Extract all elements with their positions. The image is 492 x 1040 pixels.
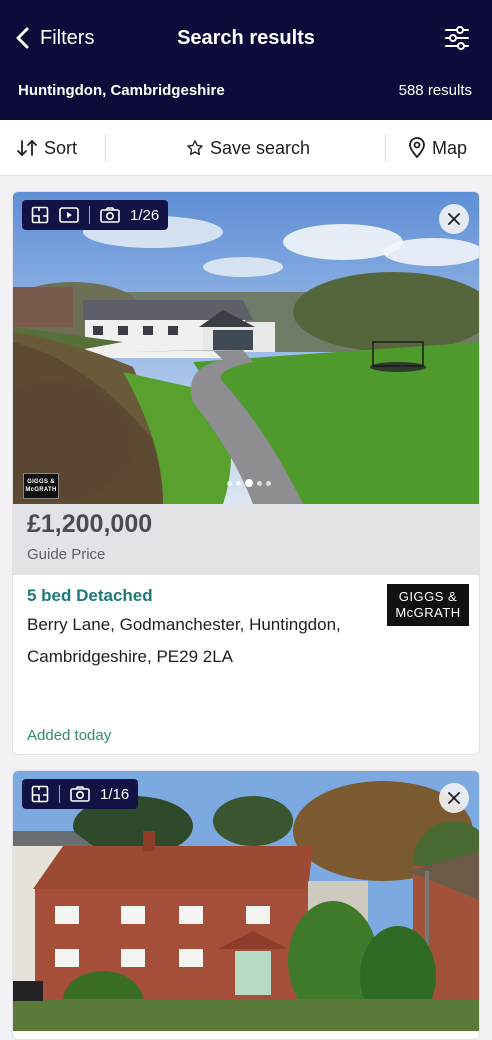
dismiss-listing-button[interactable] — [439, 204, 469, 234]
nav-bar: Filters Search results — [0, 18, 492, 58]
floorplan-icon — [31, 785, 49, 803]
media-counter: 1/26 — [130, 206, 160, 224]
close-icon — [448, 792, 460, 804]
save-search-button[interactable]: Save search — [186, 120, 310, 176]
price-band: £1,200,000 Guide Price — [13, 504, 479, 575]
floorplan-icon — [31, 206, 49, 224]
listing-price: £1,200,000 — [27, 510, 153, 538]
app-header: Filters Search results Huntingdon, Cambr… — [0, 0, 492, 120]
toolbar-divider — [385, 134, 386, 162]
sort-label: Sort — [44, 137, 78, 158]
carousel-dot — [257, 480, 262, 486]
price-qualifier: Guide Price — [27, 546, 106, 563]
star-icon — [187, 140, 203, 156]
search-location: Huntingdon, Cambridgeshire — [18, 82, 225, 99]
results-toolbar: Sort Save search Map — [0, 120, 492, 176]
map-pin-icon — [409, 137, 425, 158]
property-photo-scene — [13, 192, 479, 504]
save-search-label: Save search — [210, 137, 311, 158]
toolbar-divider — [105, 134, 106, 162]
video-icon — [59, 207, 79, 223]
camera-icon — [100, 207, 120, 223]
agent-logo[interactable]: GIGGS & McGRATH — [387, 584, 469, 626]
search-summary: Huntingdon, Cambridgeshire 588 results — [0, 80, 492, 104]
property-type: 5 bed Detached — [27, 586, 153, 605]
listing-card[interactable]: 1/26 GIGGS & McGRATH £1,200,000 Guide Pri… — [12, 191, 480, 755]
camera-icon — [70, 786, 90, 802]
dismiss-listing-button[interactable] — [439, 783, 469, 813]
page-title: Search results — [177, 27, 315, 49]
close-icon — [448, 213, 460, 225]
sort-arrows-icon — [17, 140, 37, 156]
agent-logo-line: McGRATH — [395, 605, 461, 620]
property-address: Berry Lane, Godmanchester, Huntingdon, C… — [27, 615, 341, 666]
sort-button[interactable]: Sort — [16, 120, 77, 176]
map-label: Map — [432, 137, 468, 158]
map-button[interactable]: Map — [408, 120, 467, 176]
carousel-dot — [266, 480, 271, 486]
added-date: Added today — [27, 727, 112, 744]
badge-separator — [89, 206, 90, 224]
listing-photo[interactable]: 1/16 — [13, 771, 479, 1031]
results-count: 588 results — [398, 82, 472, 99]
agent-logo-line: GIGGS & — [398, 589, 458, 604]
agent-watermark-logo: GIGGS & McGRATH — [23, 473, 59, 499]
property-photo-scene — [13, 771, 479, 1031]
badge-separator — [59, 785, 60, 803]
sliders-icon[interactable] — [444, 24, 470, 52]
carousel-dot — [227, 480, 232, 486]
listing-photo[interactable]: 1/26 GIGGS & McGRATH — [13, 192, 479, 504]
media-badge: 1/16 — [22, 779, 139, 809]
media-badge: 1/26 — [22, 200, 169, 230]
carousel-dot — [236, 480, 241, 486]
carousel-dot-active — [245, 479, 253, 487]
carousel-indicator — [227, 479, 271, 487]
listing-card[interactable]: 1/16 — [12, 770, 480, 1040]
media-counter: 1/16 — [100, 785, 130, 803]
